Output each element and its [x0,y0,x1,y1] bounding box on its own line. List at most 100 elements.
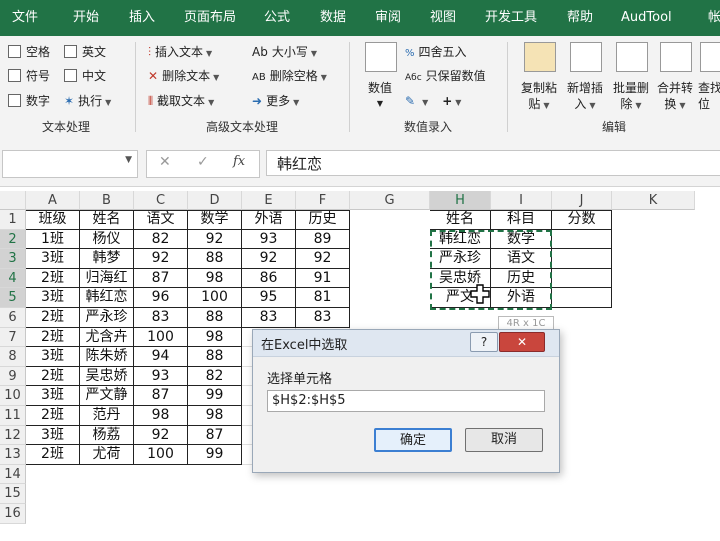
cell[interactable]: 92 [188,229,242,250]
cell[interactable]: 韩红恋 [80,288,134,308]
column-header[interactable]: C [134,191,188,210]
cell[interactable]: 杨荔 [80,425,134,446]
keep-number-button[interactable]: Aбc 只保留数值 [405,66,486,86]
cell[interactable]: 81 [296,288,350,308]
cell[interactable]: 83 [134,308,188,328]
cell[interactable]: 83 [242,308,296,328]
cell[interactable]: 87 [134,268,188,289]
name-box[interactable]: ▼ [2,150,138,178]
cell[interactable] [552,249,612,269]
cell[interactable]: 88 [188,347,242,367]
cell[interactable]: 86 [242,268,296,289]
ok-button[interactable]: 确定 [374,428,452,452]
cell[interactable]: 3班 [26,386,80,406]
tab-page-layout[interactable]: 页面布局 [184,0,236,36]
cell[interactable]: 83 [296,308,350,328]
cell[interactable]: 1班 [26,229,80,250]
cell[interactable]: 班级 [26,210,80,230]
cell[interactable]: 杨仪 [80,229,134,250]
row-header[interactable]: 2 [0,229,26,250]
more-button[interactable]: ➜ 更多 ▼ [252,91,299,111]
column-header[interactable]: H [430,191,491,210]
checkbox-number[interactable]: 数字 [8,91,50,111]
checkbox-english[interactable]: 英文 [64,42,106,62]
cell[interactable]: 尤荷 [80,445,134,465]
cell[interactable]: 历史 [491,268,552,289]
row-header[interactable]: 11 [0,406,26,426]
range-input[interactable]: $H$2:$H$5 [267,390,545,412]
insert-text-button[interactable]: ⫶ 插入文本 ▼ [148,42,212,62]
cell[interactable]: 姓名 [430,210,491,230]
cancel-button[interactable]: 取消 [465,428,543,452]
cell[interactable]: 92 [134,425,188,446]
checkbox-symbol[interactable]: 符号 [8,66,50,86]
tab-home[interactable]: 开始 [73,0,99,36]
help-button[interactable]: ? [470,332,498,352]
formula-input[interactable]: 韩红恋 [266,150,720,176]
column-header[interactable]: F [296,191,350,210]
column-header[interactable]: I [491,191,552,210]
tab-account[interactable]: 帐 [708,0,720,36]
row-header[interactable]: 4 [0,268,26,289]
cell[interactable]: 3班 [26,347,80,367]
cell[interactable]: 95 [242,288,296,308]
row-header[interactable]: 15 [0,484,26,504]
cell[interactable]: 87 [134,386,188,406]
cell[interactable]: 98 [134,406,188,426]
cell[interactable]: 87 [188,425,242,446]
extract-text-button[interactable]: ⫴ 截取文本 ▼ [148,91,214,111]
cell[interactable]: 99 [188,386,242,406]
cell[interactable]: 语文 [134,210,188,230]
row-header[interactable]: 1 [0,210,26,230]
row-header[interactable]: 8 [0,347,26,367]
tab-formulas[interactable]: 公式 [264,0,290,36]
check-icon[interactable]: ✓ [197,154,209,170]
row-header[interactable]: 16 [0,504,26,524]
cell[interactable]: 98 [188,327,242,348]
column-header[interactable]: G [350,191,430,210]
merge-convert-button[interactable]: 合并转 换 ▼ [654,40,696,116]
cell[interactable]: 数学 [188,210,242,230]
cell[interactable]: 100 [134,327,188,348]
cell[interactable]: 2班 [26,308,80,328]
cell[interactable]: 96 [134,288,188,308]
cell[interactable]: 98 [188,268,242,289]
close-button[interactable]: ✕ [499,332,545,352]
tab-file[interactable]: 文件 [12,0,38,36]
cell[interactable]: 92 [134,249,188,269]
column-header[interactable]: B [80,191,134,210]
cell[interactable]: 姓名 [80,210,134,230]
cell[interactable]: 94 [134,347,188,367]
cell[interactable]: 88 [188,249,242,269]
row-header[interactable]: 5 [0,288,26,308]
cell[interactable]: 2班 [26,268,80,289]
cell[interactable] [552,229,612,250]
cell[interactable]: 尤含卉 [80,327,134,348]
cell[interactable]: 88 [188,308,242,328]
cell[interactable]: 100 [134,445,188,465]
cell[interactable]: 历史 [296,210,350,230]
cell[interactable]: 吴忠娇 [80,366,134,387]
tab-insert[interactable]: 插入 [129,0,155,36]
row-header[interactable]: 10 [0,386,26,406]
cell[interactable]: 3班 [26,288,80,308]
cell[interactable]: 82 [188,366,242,387]
row-header[interactable]: 13 [0,445,26,465]
row-header[interactable]: 9 [0,366,26,387]
cell[interactable]: 2班 [26,445,80,465]
chevron-down-icon[interactable]: ▼ [125,155,132,165]
cell[interactable]: 严文静 [80,386,134,406]
column-header[interactable]: E [242,191,296,210]
cell[interactable]: 2班 [26,366,80,387]
execute-button[interactable]: ✶ 执行 ▼ [64,91,111,111]
cell[interactable]: 严永珍 [430,249,491,269]
cell[interactable]: 92 [242,249,296,269]
cell[interactable]: 2班 [26,327,80,348]
edit-tool-button[interactable]: ✎ ▼ + ▼ [405,91,461,111]
row-header[interactable]: 14 [0,464,26,485]
cell[interactable]: 3班 [26,425,80,446]
cell[interactable]: 82 [134,229,188,250]
cell[interactable]: 100 [188,288,242,308]
delete-text-button[interactable]: ✕ 删除文本 ▼ [148,66,219,86]
checkbox-space[interactable]: 空格 [8,42,50,62]
